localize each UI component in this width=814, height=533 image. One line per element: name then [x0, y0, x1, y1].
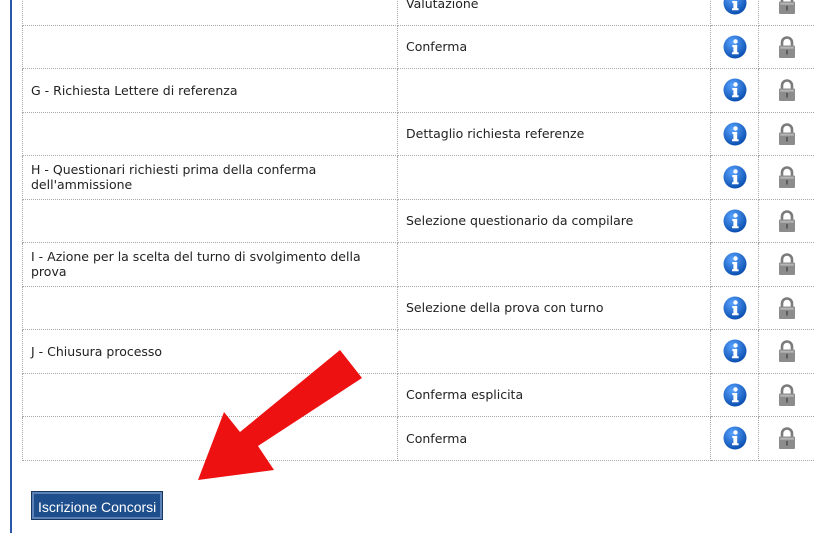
lock-cell: [758, 372, 814, 417]
table-row: Selezione della prova con turno: [22, 285, 814, 330]
substep-cell: [397, 329, 711, 374]
substep-cell: Selezione questionario da compilare: [397, 198, 711, 243]
substep-cell: Dettaglio richiesta referenze: [397, 111, 711, 156]
lock-cell: [758, 285, 814, 330]
step-cell: [22, 198, 398, 243]
info-cell: [710, 68, 759, 113]
info-cell: [710, 111, 759, 156]
substep-cell: Conferma: [397, 24, 711, 69]
info-cell: [710, 155, 759, 200]
lock-icon: [776, 165, 798, 189]
lock-cell: [758, 155, 814, 200]
lock-cell: [758, 198, 814, 243]
lock-icon: [776, 35, 798, 59]
info-icon[interactable]: [723, 209, 747, 233]
lock-cell: [758, 416, 814, 461]
substep-cell: [397, 155, 711, 200]
info-icon[interactable]: [723, 426, 747, 450]
table-row: H - Questionari richiesti prima della co…: [22, 155, 814, 200]
lock-icon: [776, 252, 798, 276]
lock-icon: [776, 339, 798, 363]
lock-cell: [758, 24, 814, 69]
lock-icon: [776, 0, 798, 15]
info-cell: [710, 285, 759, 330]
table-row: J - Chiusura processo: [22, 329, 814, 374]
lock-icon: [776, 426, 798, 450]
lock-cell: [758, 111, 814, 156]
lock-icon: [776, 122, 798, 146]
step-cell: [22, 111, 398, 156]
lock-icon: [776, 78, 798, 102]
substep-cell: [397, 242, 711, 287]
table-row: I - Azione per la scelta del turno di sv…: [22, 242, 814, 287]
info-cell: [710, 372, 759, 417]
substep-cell: Selezione della prova con turno: [397, 285, 711, 330]
info-icon[interactable]: [723, 252, 747, 276]
lock-icon: [776, 209, 798, 233]
table-row: Dettaglio richiesta referenze: [22, 111, 814, 156]
info-icon[interactable]: [723, 122, 747, 146]
step-cell: I - Azione per la scelta del turno di sv…: [22, 242, 398, 287]
table-row: Conferma esplicita: [22, 372, 814, 417]
info-icon[interactable]: [723, 165, 747, 189]
step-cell: H - Questionari richiesti prima della co…: [22, 155, 398, 200]
red-arrow-icon: [198, 350, 362, 480]
info-cell: [710, 24, 759, 69]
process-steps-table: Valutazione Conferma G - Richiesta Lettere…: [22, 0, 814, 461]
info-icon[interactable]: [723, 339, 747, 363]
info-cell: [710, 0, 759, 26]
table-row: Conferma: [22, 416, 814, 461]
table-row: G - Richiesta Lettere di referenza: [22, 68, 814, 113]
lock-cell: [758, 242, 814, 287]
substep-cell: Conferma: [397, 416, 711, 461]
lock-icon: [776, 296, 798, 320]
info-icon[interactable]: [723, 35, 747, 59]
step-cell: [22, 285, 398, 330]
table-row: Conferma: [22, 24, 814, 69]
substep-cell: Valutazione: [397, 0, 711, 26]
step-cell: [22, 24, 398, 69]
lock-cell: [758, 0, 814, 26]
lock-icon: [776, 383, 798, 407]
left-border-rule: [10, 0, 12, 533]
info-icon[interactable]: [723, 296, 747, 320]
iscrizione-concorsi-button[interactable]: Iscrizione Concorsi: [30, 491, 164, 520]
table-row: Valutazione: [22, 0, 814, 26]
substep-cell: Conferma esplicita: [397, 372, 711, 417]
info-cell: [710, 329, 759, 374]
substep-cell: [397, 68, 711, 113]
lock-cell: [758, 68, 814, 113]
step-cell: [22, 0, 398, 26]
process-steps-body: Valutazione Conferma G - Richiesta Lettere…: [22, 0, 814, 461]
info-icon[interactable]: [723, 0, 747, 15]
table-row: Selezione questionario da compilare: [22, 198, 814, 243]
info-icon[interactable]: [723, 383, 747, 407]
info-cell: [710, 242, 759, 287]
lock-cell: [758, 329, 814, 374]
info-cell: [710, 416, 759, 461]
info-cell: [710, 198, 759, 243]
info-icon[interactable]: [723, 78, 747, 102]
step-cell: G - Richiesta Lettere di referenza: [22, 68, 398, 113]
